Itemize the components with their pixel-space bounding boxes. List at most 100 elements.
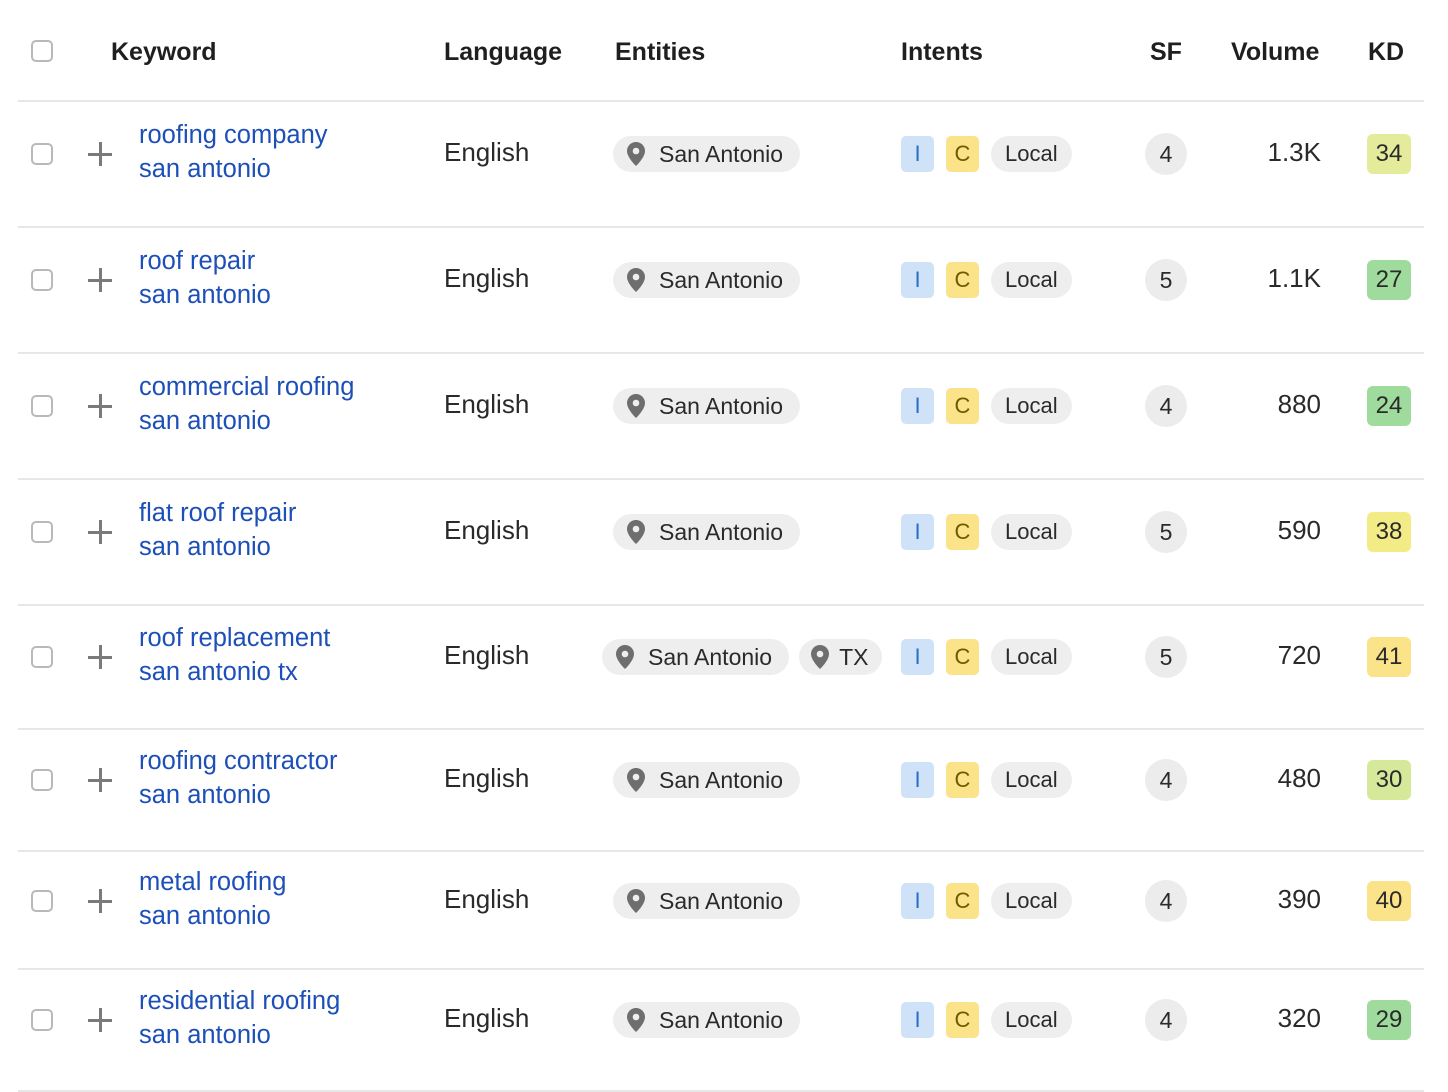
row-checkbox[interactable] bbox=[31, 1009, 53, 1031]
plus-icon[interactable] bbox=[88, 768, 112, 792]
serp-features-count[interactable]: 4 bbox=[1145, 759, 1187, 801]
entity-label: San Antonio bbox=[659, 140, 784, 167]
intent-informational-badge: I bbox=[901, 262, 934, 298]
location-pin-icon bbox=[627, 889, 645, 913]
language-value: English bbox=[444, 389, 530, 419]
volume-value: 1.3K bbox=[1267, 137, 1322, 167]
row-checkbox[interactable] bbox=[31, 890, 53, 912]
location-pin-icon bbox=[627, 394, 645, 418]
intents-cell: I C Local bbox=[901, 639, 1072, 675]
intent-commercial-badge: C bbox=[946, 262, 979, 298]
intent-local-badge: Local bbox=[991, 762, 1072, 798]
plus-icon[interactable] bbox=[88, 520, 112, 544]
entity-pill[interactable]: San Antonio bbox=[613, 262, 801, 298]
kd-badge: 40 bbox=[1367, 881, 1411, 921]
entity-pill[interactable]: San Antonio bbox=[613, 388, 801, 424]
column-header-intents[interactable]: Intents bbox=[901, 38, 983, 67]
table-row: metal roofing san antonio English San Anton… bbox=[18, 852, 1424, 970]
plus-icon[interactable] bbox=[88, 142, 112, 166]
volume-value: 480 bbox=[1277, 763, 1321, 793]
entities-cell: San Antonio TX bbox=[602, 639, 883, 675]
serp-features-count[interactable]: 4 bbox=[1145, 880, 1187, 922]
serp-features-count[interactable]: 4 bbox=[1145, 133, 1187, 175]
keyword-line-2: san antonio bbox=[139, 533, 271, 561]
volume-value: 1.1K bbox=[1267, 263, 1322, 293]
keyword-link[interactable]: flat roof repair san antonio bbox=[139, 496, 296, 564]
serp-features-count[interactable]: 4 bbox=[1145, 999, 1187, 1041]
intent-informational-badge: I bbox=[901, 883, 934, 919]
keyword-link[interactable]: roofing company san antonio bbox=[139, 118, 328, 186]
location-pin-icon bbox=[627, 520, 645, 544]
table-row: roofing contractor san antonio English San … bbox=[18, 730, 1424, 852]
plus-icon[interactable] bbox=[88, 645, 112, 669]
table-row: commercial roofing san antonio English San … bbox=[18, 354, 1424, 480]
column-header-volume[interactable]: Volume bbox=[1231, 38, 1319, 67]
entity-label: TX bbox=[839, 643, 869, 670]
entity-pill[interactable]: San Antonio bbox=[613, 762, 801, 798]
entities-cell: San Antonio bbox=[613, 262, 801, 298]
entities-cell: San Antonio bbox=[613, 883, 801, 919]
intents-cell: I C Local bbox=[901, 136, 1072, 172]
intent-informational-badge: I bbox=[901, 639, 934, 675]
keyword-link[interactable]: roofing contractor san antonio bbox=[139, 744, 337, 812]
keyword-line-2: san antonio bbox=[139, 902, 271, 930]
language-value: English bbox=[444, 1003, 530, 1033]
keyword-link[interactable]: commercial roofing san antonio bbox=[139, 370, 354, 438]
plus-icon[interactable] bbox=[88, 394, 112, 418]
column-header-kd[interactable]: KD bbox=[1368, 38, 1404, 67]
keyword-line-1: metal roofing bbox=[139, 868, 287, 896]
serp-features-count[interactable]: 5 bbox=[1145, 511, 1187, 553]
entity-label: San Antonio bbox=[659, 766, 784, 793]
location-pin-icon bbox=[627, 1008, 645, 1032]
keyword-link[interactable]: metal roofing san antonio bbox=[139, 865, 286, 933]
intent-commercial-badge: C bbox=[946, 136, 979, 172]
row-checkbox[interactable] bbox=[31, 521, 53, 543]
keyword-link[interactable]: roof repair san antonio bbox=[139, 244, 271, 312]
column-header-entities[interactable]: Entities bbox=[615, 38, 705, 67]
language-value: English bbox=[444, 884, 530, 914]
row-checkbox[interactable] bbox=[31, 769, 53, 791]
keyword-line-2: san antonio bbox=[139, 155, 271, 183]
row-checkbox[interactable] bbox=[31, 143, 53, 165]
column-header-sf[interactable]: SF bbox=[1150, 38, 1182, 67]
plus-icon[interactable] bbox=[88, 268, 112, 292]
intent-informational-badge: I bbox=[901, 136, 934, 172]
entity-pill[interactable]: San Antonio bbox=[613, 514, 801, 550]
row-checkbox[interactable] bbox=[31, 395, 53, 417]
language-value: English bbox=[444, 137, 530, 167]
intents-cell: I C Local bbox=[901, 762, 1072, 798]
entity-pill[interactable]: San Antonio bbox=[613, 883, 801, 919]
entity-pill[interactable]: TX bbox=[799, 639, 883, 675]
entity-pill[interactable]: San Antonio bbox=[613, 136, 801, 172]
location-pin-icon bbox=[627, 268, 645, 292]
serp-features-count[interactable]: 5 bbox=[1145, 259, 1187, 301]
column-header-language[interactable]: Language bbox=[444, 38, 562, 67]
kd-badge: 30 bbox=[1367, 760, 1411, 800]
entities-cell: San Antonio bbox=[613, 136, 801, 172]
intent-commercial-badge: C bbox=[946, 639, 979, 675]
intent-commercial-badge: C bbox=[946, 388, 979, 424]
serp-features-count[interactable]: 4 bbox=[1145, 385, 1187, 427]
keyword-link[interactable]: roof replacement san antonio tx bbox=[139, 621, 330, 689]
keyword-link[interactable]: residential roofing san antonio bbox=[139, 984, 340, 1052]
volume-value: 320 bbox=[1277, 1003, 1321, 1033]
kd-badge: 41 bbox=[1367, 637, 1411, 677]
row-checkbox[interactable] bbox=[31, 269, 53, 291]
location-pin-icon bbox=[616, 645, 634, 669]
entity-pill[interactable]: San Antonio bbox=[602, 639, 790, 675]
plus-icon[interactable] bbox=[88, 1008, 112, 1032]
keyword-line-1: roof replacement bbox=[139, 624, 331, 652]
kd-badge: 34 bbox=[1367, 134, 1411, 174]
serp-features-count[interactable]: 5 bbox=[1145, 636, 1187, 678]
entity-label: San Antonio bbox=[648, 643, 773, 670]
select-all-checkbox[interactable] bbox=[31, 40, 53, 62]
keyword-line-2: san antonio bbox=[139, 781, 271, 809]
entity-pill[interactable]: San Antonio bbox=[613, 1002, 801, 1038]
plus-icon[interactable] bbox=[88, 889, 112, 913]
column-header-keyword[interactable]: Keyword bbox=[111, 38, 217, 67]
intent-local-badge: Local bbox=[991, 136, 1072, 172]
entity-label: San Antonio bbox=[659, 266, 784, 293]
kd-badge: 27 bbox=[1367, 260, 1411, 300]
row-checkbox[interactable] bbox=[31, 646, 53, 668]
keyword-line-1: roofing contractor bbox=[139, 747, 338, 775]
